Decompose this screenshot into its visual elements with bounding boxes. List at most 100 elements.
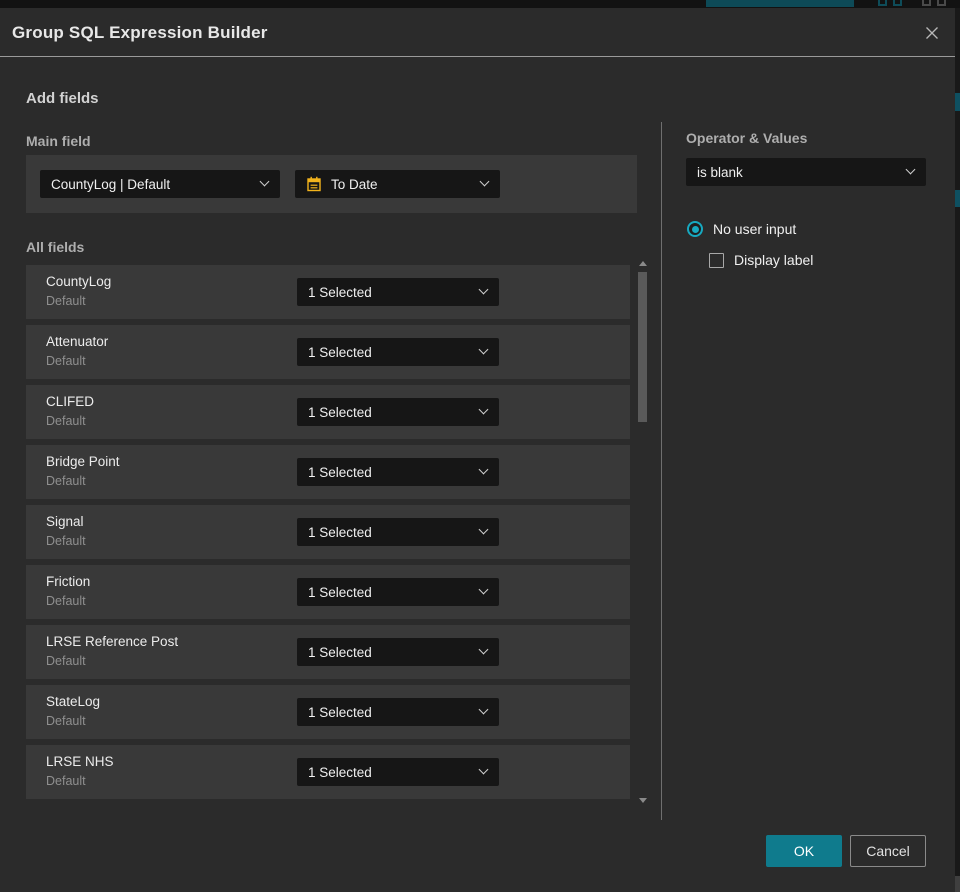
live-view-label: Live view (732, 0, 781, 2)
field-selected-dropdown[interactable]: 1 Selected (297, 398, 499, 426)
close-icon (924, 25, 940, 41)
field-row: CLIFED Default 1 Selected (26, 385, 630, 439)
field-alias: Default (46, 474, 86, 488)
field-name: Signal (46, 514, 84, 529)
scroll-up-arrow-icon[interactable] (639, 261, 647, 266)
field-alias: Default (46, 594, 86, 608)
field-alias: Default (46, 774, 86, 788)
field-selected-value: 1 Selected (308, 524, 372, 540)
display-label-checkbox[interactable]: Display label (709, 252, 813, 268)
checkbox-unchecked-icon (709, 252, 724, 268)
field-name: Attenuator (46, 334, 109, 349)
add-fields-heading: Add fields (26, 90, 99, 107)
field-row: Bridge Point Default 1 Selected (26, 445, 630, 499)
cancel-button[interactable]: Cancel (850, 835, 926, 867)
chevron-down-icon (479, 176, 490, 187)
field-selected-dropdown[interactable]: 1 Selected (297, 698, 499, 726)
field-selected-dropdown[interactable]: 1 Selected (297, 638, 499, 666)
dialog-title: Group SQL Expression Builder (12, 23, 268, 42)
field-selected-value: 1 Selected (308, 464, 372, 480)
background-toolbar-icon (893, 0, 902, 6)
field-alias: Default (46, 294, 86, 308)
field-selected-dropdown[interactable]: 1 Selected (297, 338, 499, 366)
chevron-down-icon (478, 584, 489, 595)
field-selected-value: 1 Selected (308, 404, 372, 420)
field-selected-dropdown[interactable]: 1 Selected (297, 458, 499, 486)
field-row: Attenuator Default 1 Selected (26, 325, 630, 379)
close-button[interactable] (921, 22, 943, 44)
field-name: Friction (46, 574, 91, 589)
calendar-icon (306, 176, 322, 192)
field-selected-dropdown[interactable]: 1 Selected (297, 518, 499, 546)
chevron-down-icon (478, 284, 489, 295)
field-selected-dropdown[interactable]: 1 Selected (297, 578, 499, 606)
date-field-dropdown[interactable]: To Date (295, 170, 500, 198)
operator-dropdown[interactable]: is blank (686, 158, 926, 186)
background-fragment (955, 190, 960, 207)
background-fragment (955, 876, 960, 892)
all-fields-label: All fields (26, 239, 85, 255)
background-app-toolbar: Live view (0, 0, 960, 8)
background-app-edge (955, 8, 960, 892)
screen: Live view Group SQL Expression Builder A… (0, 0, 960, 892)
field-selected-value: 1 Selected (308, 344, 372, 360)
field-selected-value: 1 Selected (308, 764, 372, 780)
display-label-label: Display label (734, 252, 814, 268)
main-field-dropdown-value: CountyLog | Default (51, 176, 171, 192)
field-row: Friction Default 1 Selected (26, 565, 630, 619)
scroll-down-arrow-icon[interactable] (639, 798, 647, 803)
field-name: Bridge Point (46, 454, 120, 469)
field-selected-value: 1 Selected (308, 284, 372, 300)
chevron-down-icon (259, 176, 270, 187)
field-alias: Default (46, 414, 86, 428)
field-name: CountyLog (46, 274, 112, 289)
main-field-label: Main field (26, 133, 91, 149)
all-fields-list: CountyLog Default 1 Selected Attenuator … (26, 265, 630, 799)
background-toolbar-icon (937, 0, 946, 6)
field-row: Signal Default 1 Selected (26, 505, 630, 559)
field-alias: Default (46, 534, 86, 548)
live-view-button[interactable]: Live view (706, 0, 854, 7)
field-name: CLIFED (46, 394, 95, 409)
main-field-dropdown[interactable]: CountyLog | Default (40, 170, 280, 198)
group-sql-expression-builder-dialog: Group SQL Expression Builder Add fields … (0, 8, 955, 892)
main-field-panel: CountyLog | Default To Date (26, 155, 637, 213)
chevron-down-icon (478, 524, 489, 535)
field-selected-dropdown[interactable]: 1 Selected (297, 758, 499, 786)
chevron-down-icon (478, 764, 489, 775)
all-fields-scrollbar[interactable] (637, 258, 649, 806)
field-selected-value: 1 Selected (308, 584, 372, 600)
chevron-down-icon (478, 344, 489, 355)
no-user-input-radio[interactable]: No user input (687, 221, 796, 237)
background-toolbar-icon (922, 0, 931, 6)
operator-values-label: Operator & Values (686, 130, 808, 146)
ok-button[interactable]: OK (766, 835, 842, 867)
field-row: StateLog Default 1 Selected (26, 685, 630, 739)
field-row: CountyLog Default 1 Selected (26, 265, 630, 319)
chevron-down-icon (905, 164, 916, 175)
dialog-titlebar: Group SQL Expression Builder (0, 8, 955, 57)
chevron-down-icon (478, 404, 489, 415)
field-selected-value: 1 Selected (308, 644, 372, 660)
field-alias: Default (46, 354, 86, 368)
background-fragment (955, 93, 960, 111)
field-name: LRSE Reference Post (46, 634, 179, 649)
chevron-down-icon (478, 644, 489, 655)
field-selected-dropdown[interactable]: 1 Selected (297, 278, 499, 306)
field-row: LRSE NHS Default 1 Selected (26, 745, 630, 799)
background-toolbar-icon (878, 0, 887, 6)
no-user-input-label: No user input (713, 221, 797, 237)
scrollbar-thumb[interactable] (638, 272, 647, 422)
date-field-dropdown-value: To Date (331, 176, 378, 192)
field-name: LRSE NHS (46, 754, 114, 769)
field-name: StateLog (46, 694, 101, 709)
field-alias: Default (46, 714, 86, 728)
chevron-down-icon (478, 464, 489, 475)
operator-dropdown-value: is blank (697, 164, 743, 180)
field-row: LRSE Reference Post Default 1 Selected (26, 625, 630, 679)
panel-divider (661, 122, 662, 820)
chevron-down-icon (478, 704, 489, 715)
field-alias: Default (46, 654, 86, 668)
field-selected-value: 1 Selected (308, 704, 372, 720)
radio-selected-icon (687, 221, 703, 237)
